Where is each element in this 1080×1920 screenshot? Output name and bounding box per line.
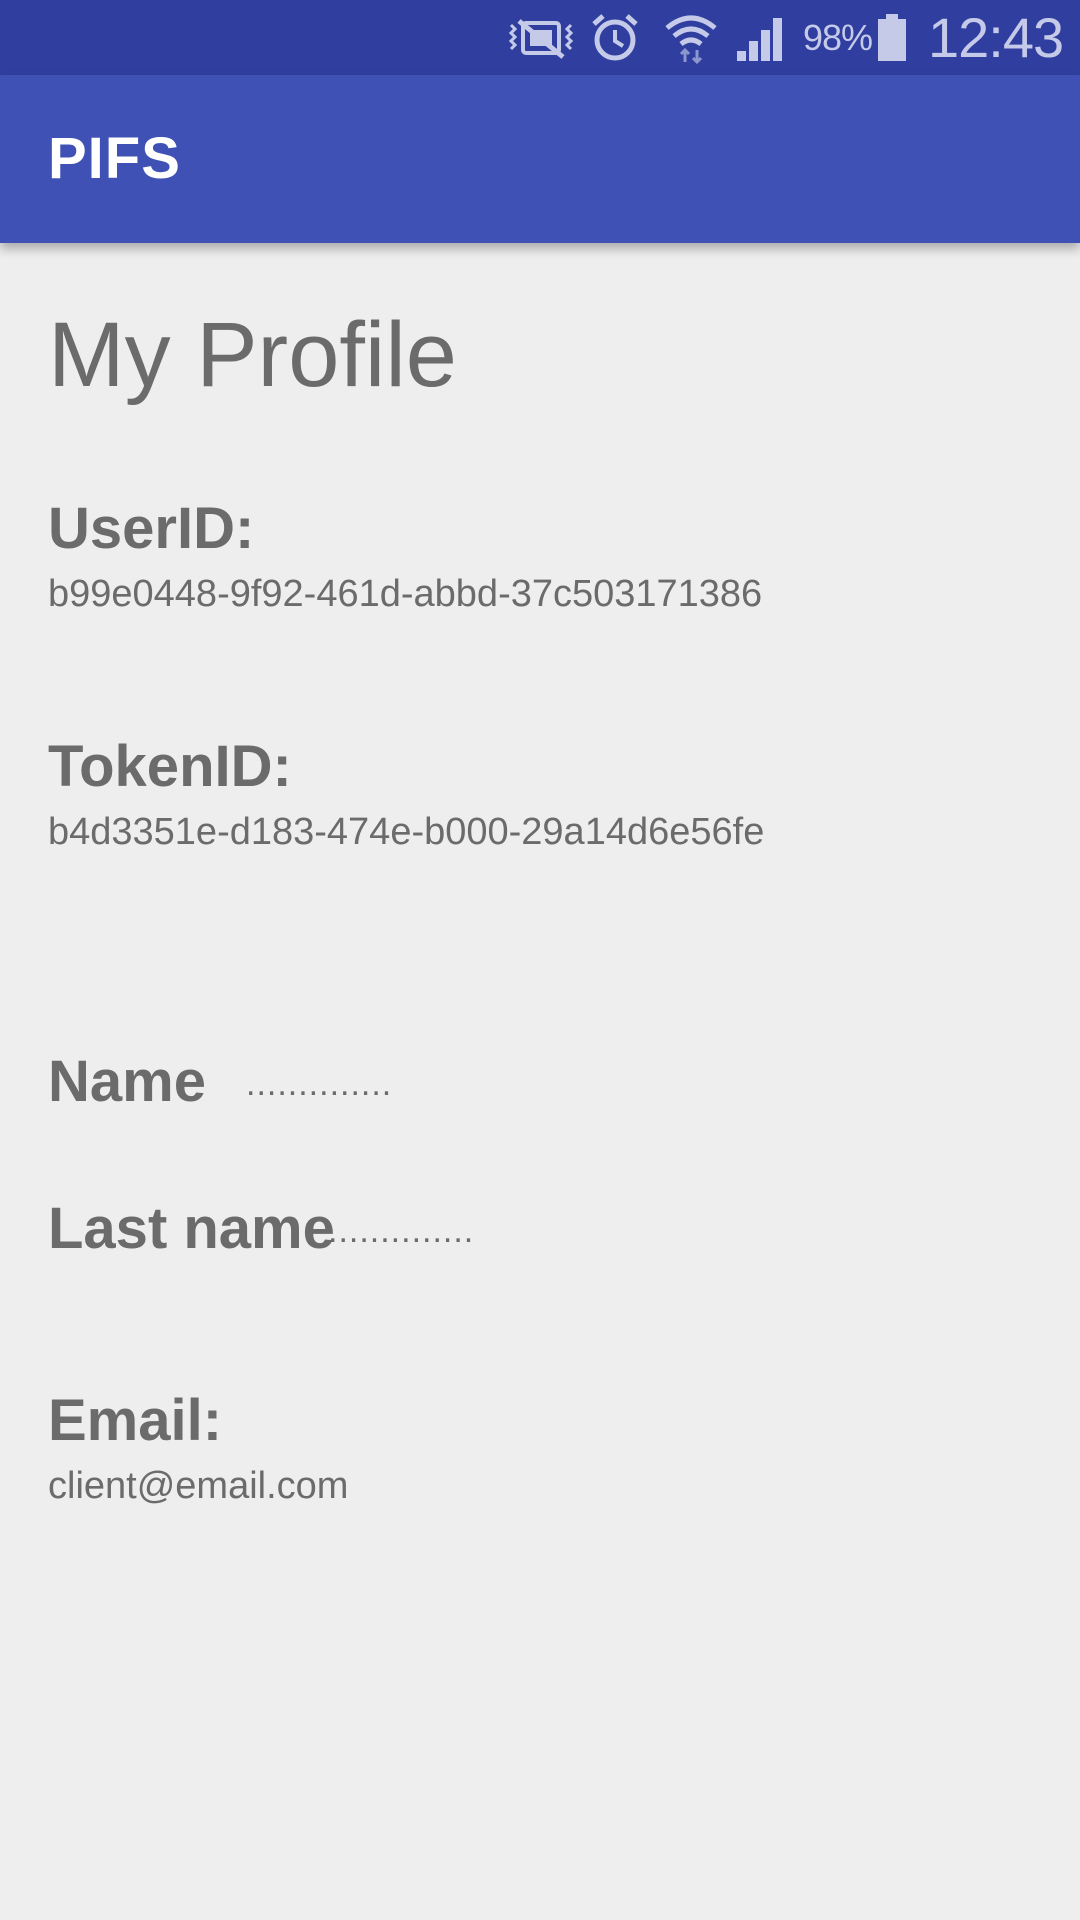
email-value: client@email.com — [48, 1465, 349, 1507]
status-clock: 12:43 — [928, 6, 1064, 69]
name-label: Name — [48, 1049, 206, 1114]
email-label: Email: — [48, 1388, 223, 1453]
app-bar: PIFS — [0, 75, 1080, 243]
alarm-clock-icon — [590, 0, 640, 75]
cellular-signal-icon — [735, 0, 787, 75]
user-id-label: UserID: — [48, 496, 255, 561]
wifi-icon — [663, 0, 719, 75]
status-bar: 98% 12:43 — [0, 0, 1080, 75]
token-id-label: TokenID: — [48, 734, 292, 799]
mute-vibrate-icon — [505, 0, 577, 75]
last-name-value[interactable]: .............. — [328, 1212, 474, 1251]
name-value[interactable]: .............. — [246, 1065, 392, 1104]
battery-icon — [876, 0, 908, 75]
page-title: My Profile — [48, 304, 457, 406]
last-name-label: Last name — [48, 1196, 335, 1261]
user-id-value: b99e0448-9f92-461d-abbd-37c503171386 — [48, 573, 763, 615]
battery-percent: 98% — [803, 16, 873, 58]
token-id-value: b4d3351e-d183-474e-b000-29a14d6e56fe — [48, 811, 765, 853]
app-title: PIFS — [48, 126, 181, 191]
